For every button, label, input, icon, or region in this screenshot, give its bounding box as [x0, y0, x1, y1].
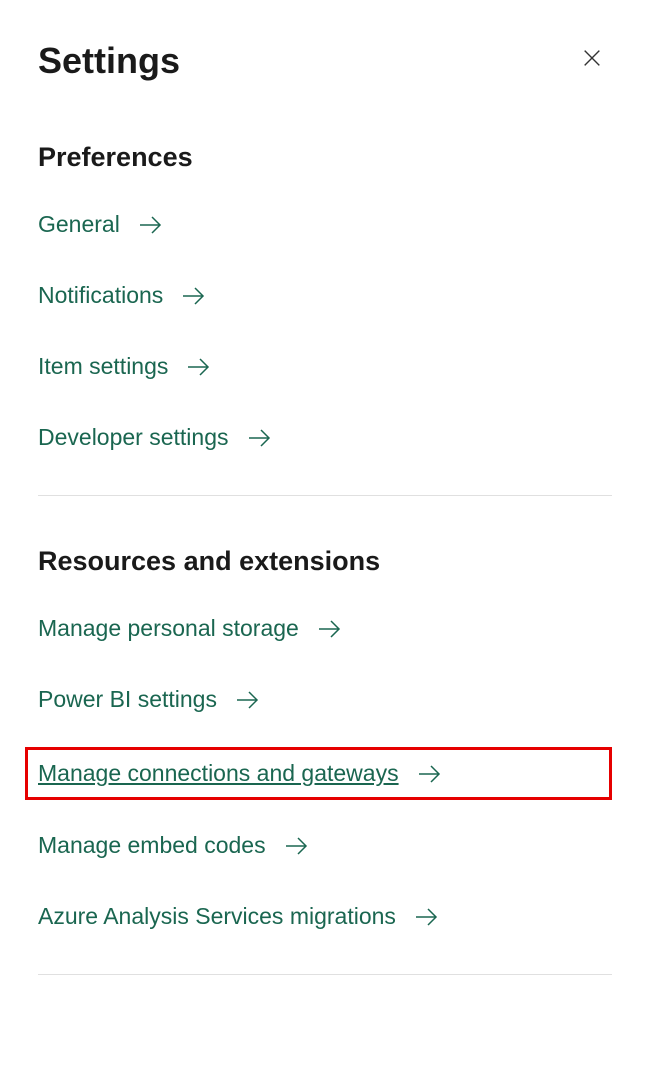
link-label: General: [38, 211, 120, 238]
arrow-right-icon: [414, 907, 440, 927]
link-label: Notifications: [38, 282, 163, 309]
link-label: Developer settings: [38, 424, 229, 451]
page-title: Settings: [38, 40, 180, 82]
section-divider: [38, 495, 612, 496]
arrow-right-icon: [247, 428, 273, 448]
link-item-settings[interactable]: Item settings: [38, 353, 612, 380]
link-label: Manage personal storage: [38, 615, 299, 642]
link-manage-connections-gateways[interactable]: Manage connections and gateways: [38, 760, 599, 787]
arrow-right-icon: [317, 619, 343, 639]
link-label: Manage connections and gateways: [38, 760, 399, 787]
arrow-right-icon: [186, 357, 212, 377]
link-label: Item settings: [38, 353, 168, 380]
link-manage-embed-codes[interactable]: Manage embed codes: [38, 832, 612, 859]
link-developer-settings[interactable]: Developer settings: [38, 424, 612, 451]
section-divider: [38, 974, 612, 975]
preferences-section: Preferences General Notifications Item s…: [38, 142, 612, 451]
link-label: Azure Analysis Services migrations: [38, 903, 396, 930]
arrow-right-icon: [181, 286, 207, 306]
close-button[interactable]: [572, 41, 612, 81]
arrow-right-icon: [138, 215, 164, 235]
link-label: Power BI settings: [38, 686, 217, 713]
arrow-right-icon: [284, 836, 310, 856]
link-azure-analysis-migrations[interactable]: Azure Analysis Services migrations: [38, 903, 612, 930]
highlighted-box: Manage connections and gateways: [25, 747, 612, 800]
arrow-right-icon: [417, 764, 443, 784]
close-icon: [581, 47, 603, 76]
resources-title: Resources and extensions: [38, 546, 612, 577]
link-notifications[interactable]: Notifications: [38, 282, 612, 309]
arrow-right-icon: [235, 690, 261, 710]
link-label: Manage embed codes: [38, 832, 266, 859]
link-manage-personal-storage[interactable]: Manage personal storage: [38, 615, 612, 642]
link-general[interactable]: General: [38, 211, 612, 238]
resources-section: Resources and extensions Manage personal…: [38, 546, 612, 930]
preferences-title: Preferences: [38, 142, 612, 173]
settings-header: Settings: [38, 40, 612, 82]
link-power-bi-settings[interactable]: Power BI settings: [38, 686, 612, 713]
